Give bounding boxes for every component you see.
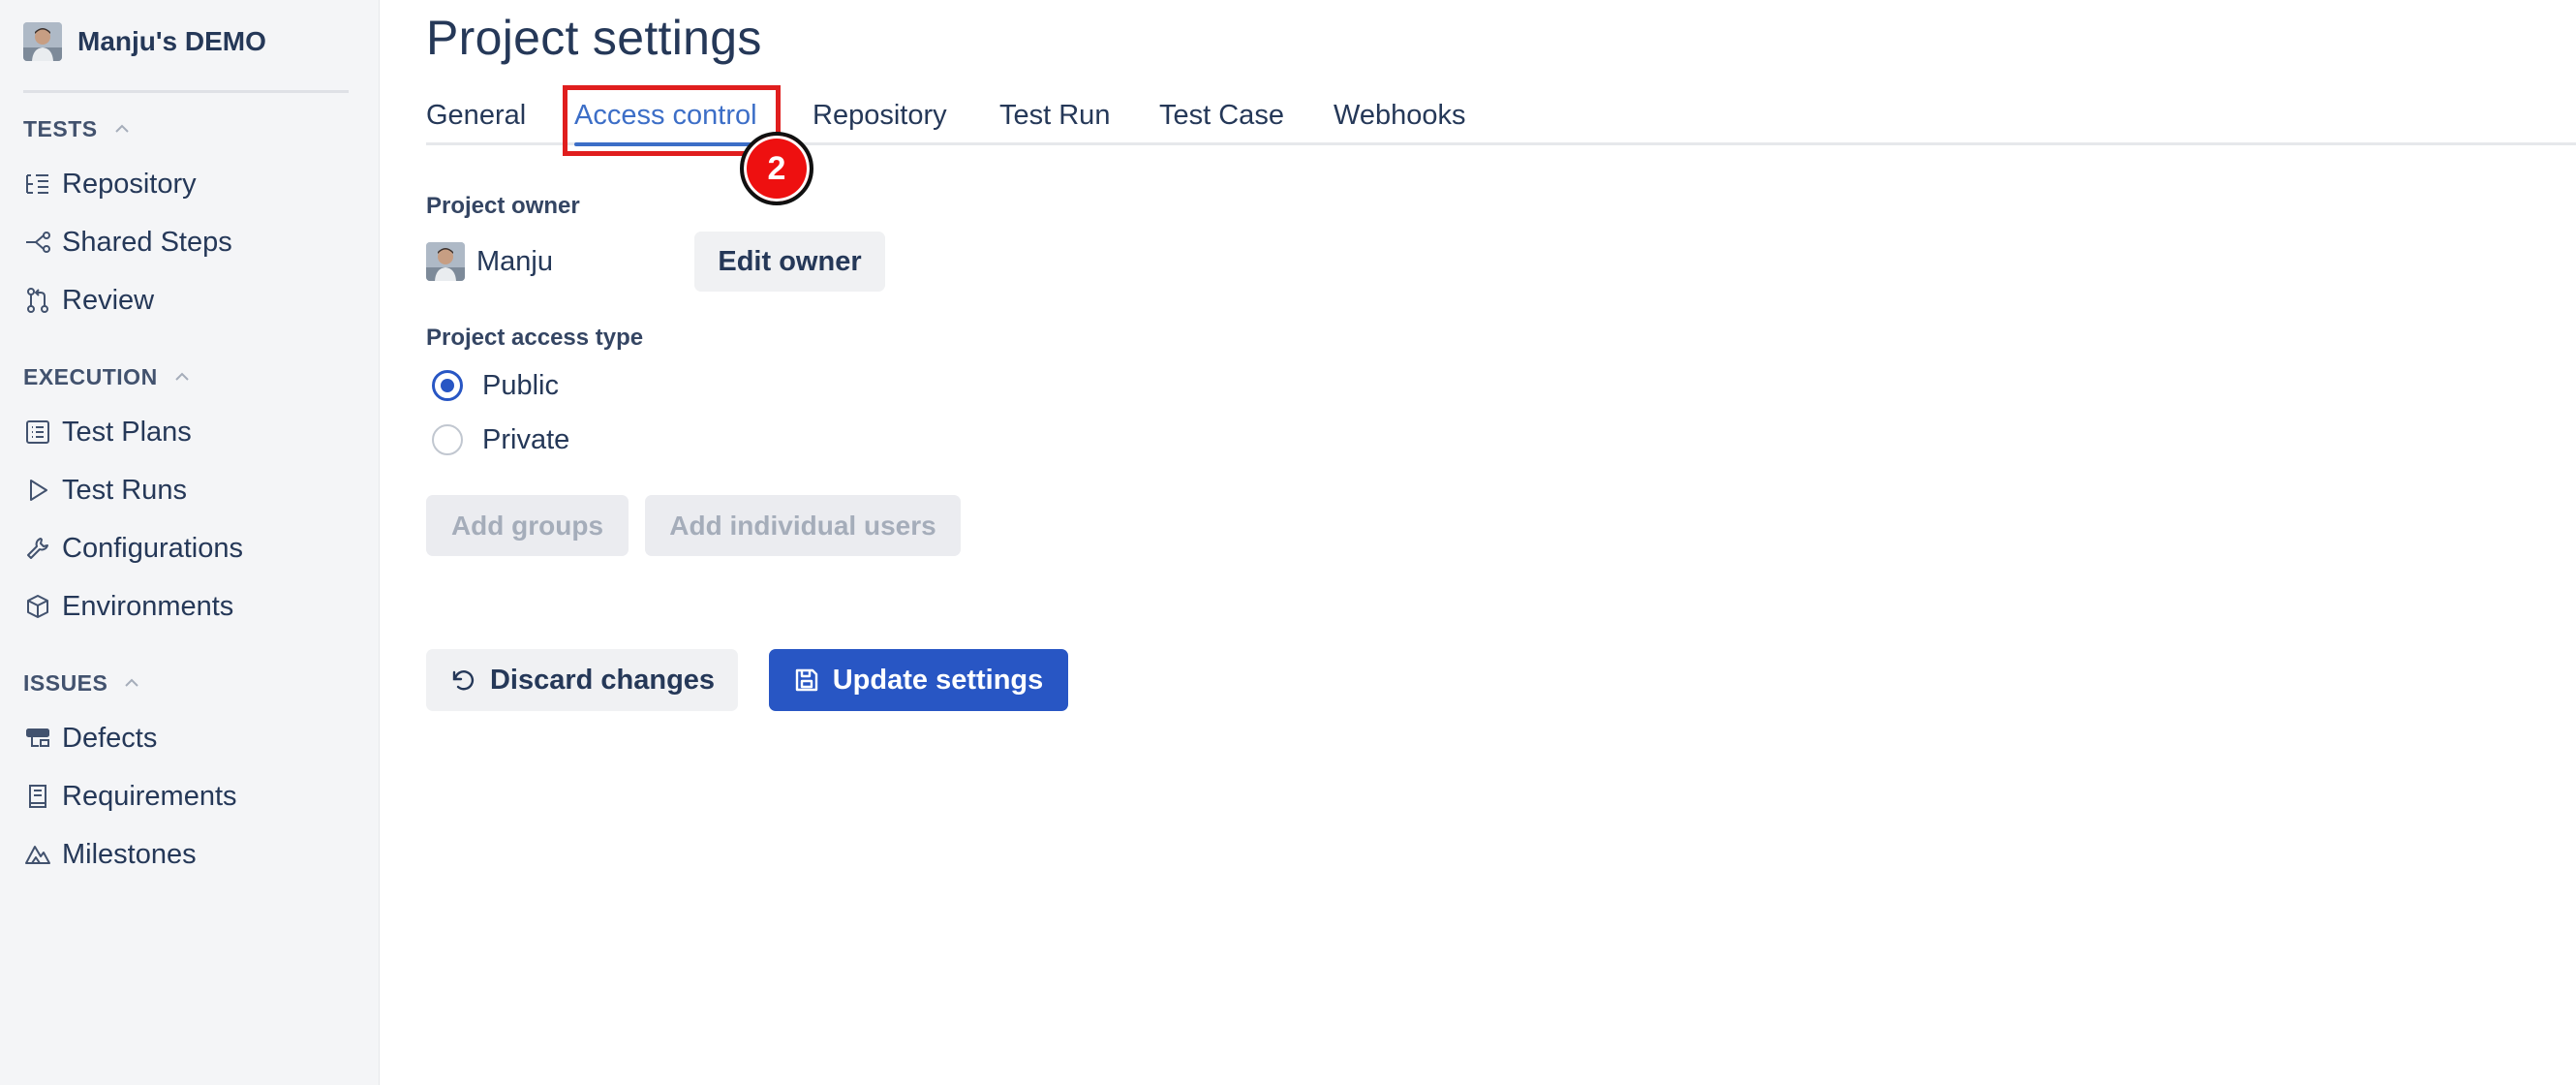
sidebar-item-shared-steps[interactable]: Shared Steps <box>23 220 353 264</box>
tab-repository[interactable]: Repository <box>813 85 947 145</box>
main-content: Project settings General Access control … <box>426 0 2576 1085</box>
sidebar-item-label: Requirements <box>62 780 237 812</box>
tab-test-run[interactable]: Test Run <box>999 85 1110 145</box>
project-name: Manju's DEMO <box>77 26 266 56</box>
tab-access-control[interactable]: Access control <box>574 85 757 146</box>
settings-tabs: General Access control Repository Test R… <box>426 85 2576 146</box>
sidebar-item-configurations[interactable]: Configurations <box>23 526 353 571</box>
test-plans-icon <box>23 418 52 447</box>
review-icon <box>23 286 52 315</box>
add-individual-users-button: Add individual users <box>645 495 961 556</box>
sidebar-item-label: Test Plans <box>62 416 192 448</box>
radio-button[interactable] <box>432 424 463 455</box>
sidebar-item-defects[interactable]: Defects <box>23 716 353 760</box>
sidebar-item-label: Defects <box>62 722 158 754</box>
owner-name: Manju <box>476 245 553 277</box>
radio-label: Private <box>482 423 570 455</box>
app-window: Manju's DEMO TESTS Repository Shared Ste… <box>0 0 2576 1085</box>
discard-changes-button[interactable]: Discard changes <box>426 649 738 711</box>
play-icon <box>23 476 52 505</box>
section-title: EXECUTION <box>23 363 158 389</box>
sidebar-item-review[interactable]: Review <box>23 278 353 323</box>
defects-icon <box>23 724 52 753</box>
sidebar-divider <box>23 90 349 93</box>
radio-button-checked[interactable] <box>432 370 463 401</box>
section-issues-header[interactable]: ISSUES <box>23 666 142 699</box>
section-tests-header[interactable]: TESTS <box>23 112 133 145</box>
cube-icon <box>23 592 52 621</box>
project-avatar <box>23 22 62 61</box>
shared-steps-icon <box>23 228 52 257</box>
update-settings-button[interactable]: Update settings <box>769 649 1068 711</box>
project-owner-label: Project owner <box>426 193 580 219</box>
sidebar-item-milestones[interactable]: Milestones <box>23 832 353 877</box>
discard-changes-label: Discard changes <box>489 664 716 696</box>
sidebar-item-label: Shared Steps <box>62 226 232 258</box>
update-settings-label: Update settings <box>832 664 1044 696</box>
undo-icon <box>449 666 476 694</box>
sidebar-item-label: Milestones <box>62 838 197 870</box>
tab-webhooks[interactable]: Webhooks <box>1334 85 1466 145</box>
step-number-badge: 2 <box>740 132 813 205</box>
chevron-up-icon <box>121 672 142 694</box>
sidebar: Manju's DEMO TESTS Repository Shared Ste… <box>0 0 380 1085</box>
sidebar-item-label: Test Runs <box>62 474 187 506</box>
tab-general[interactable]: General <box>426 85 526 145</box>
access-type-label: Project access type <box>426 325 644 351</box>
save-icon <box>794 667 819 693</box>
sidebar-item-label: Repository <box>62 168 197 200</box>
sidebar-item-requirements[interactable]: Requirements <box>23 774 353 819</box>
sidebar-item-label: Review <box>62 284 155 316</box>
sidebar-item-test-plans[interactable]: Test Plans <box>23 410 353 454</box>
requirements-icon <box>23 782 52 811</box>
edit-owner-button[interactable]: Edit owner <box>694 232 885 292</box>
milestone-icon <box>23 840 52 869</box>
page-title: Project settings <box>426 11 762 65</box>
wrench-icon <box>23 534 52 563</box>
section-title: TESTS <box>23 115 98 141</box>
project-owner-row: Manju <box>426 238 553 285</box>
add-groups-button: Add groups <box>426 495 629 556</box>
project-switcher[interactable]: Manju's DEMO <box>23 21 266 62</box>
radio-public[interactable]: Public <box>432 365 559 406</box>
chevron-up-icon <box>171 366 193 388</box>
repository-icon <box>23 170 52 199</box>
radio-private[interactable]: Private <box>432 419 569 460</box>
sidebar-item-repository[interactable]: Repository <box>23 162 353 206</box>
sidebar-item-test-runs[interactable]: Test Runs <box>23 468 353 512</box>
sidebar-item-environments[interactable]: Environments <box>23 584 353 629</box>
section-execution-header[interactable]: EXECUTION <box>23 360 193 393</box>
sidebar-item-label: Environments <box>62 590 234 622</box>
sidebar-item-label: Configurations <box>62 532 243 564</box>
section-title: ISSUES <box>23 669 108 696</box>
chevron-up-icon <box>111 118 133 140</box>
tab-test-case[interactable]: Test Case <box>1159 85 1284 145</box>
owner-avatar <box>426 242 465 281</box>
radio-label: Public <box>482 369 559 401</box>
